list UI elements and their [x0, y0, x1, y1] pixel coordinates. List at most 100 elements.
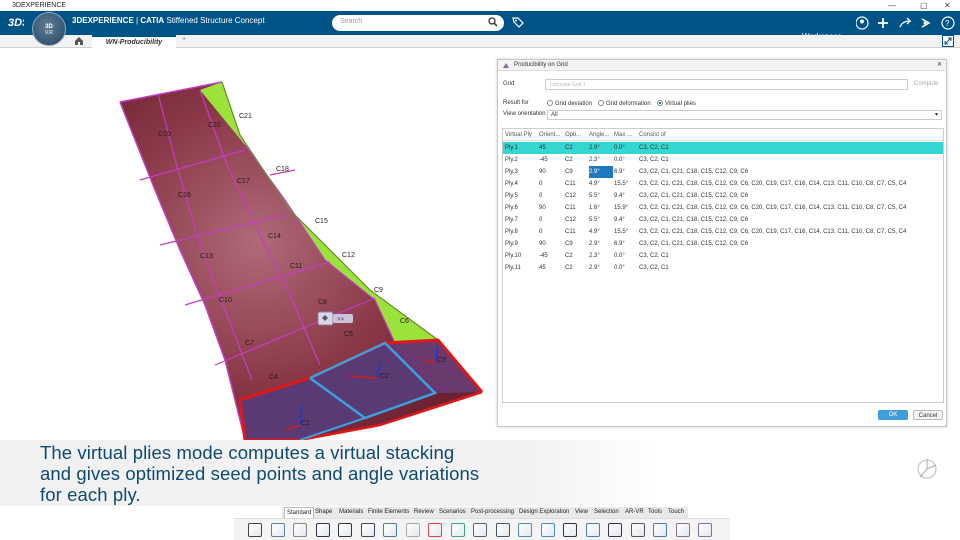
table-cell: 90 — [539, 205, 546, 212]
toolbar-tab-touch[interactable]: Touch — [666, 507, 686, 518]
cut-icon[interactable] — [248, 523, 262, 537]
toolbar-tab-ar-vr[interactable]: AR-VR — [623, 507, 646, 518]
table-cell: Ply.2 — [505, 157, 518, 164]
viewport-3d[interactable]: C19 C20 C21 C16 C17 C18 C13 C14 C15 C11 C12 C10 C9 C8… — [0, 48, 500, 440]
toolbar-tab-materials[interactable]: Materials — [337, 507, 365, 518]
dialog-close-icon[interactable]: ✕ — [937, 60, 942, 71]
toolbar-tab-finite-elements[interactable]: Finite Elements — [366, 507, 411, 518]
user-icon[interactable] — [856, 16, 869, 30]
close-icon[interactable]: ✕ — [944, 0, 951, 11]
find-icon[interactable] — [338, 523, 352, 537]
table-cell: 5.5° — [589, 217, 600, 224]
toolbar-tab-standard[interactable]: Standard — [284, 507, 315, 518]
chart-icon[interactable] — [608, 523, 622, 537]
table-cell: C3, C2, C1, C21, C18, C15, C12, C9, C6 — [639, 241, 749, 248]
sync-icon[interactable] — [518, 523, 532, 537]
column-header[interactable]: Angle... — [589, 129, 613, 141]
view-orientation-select[interactable]: All ▾ — [547, 110, 942, 120]
cancel-button[interactable]: Cancel — [913, 410, 943, 420]
radio-grid-deformation[interactable]: Grid deformation — [598, 100, 651, 107]
table-row[interactable]: Ply.2 -45 C2 2.3° 0.0° C3, C2, C1 — [503, 154, 943, 166]
tag-icon[interactable] — [512, 16, 524, 28]
orientation-triad-icon[interactable] — [912, 455, 942, 485]
column-header[interactable]: Virtual Ply — [505, 129, 538, 141]
table-cell: Ply.11 — [505, 265, 521, 272]
tools-icon[interactable] — [405, 523, 420, 537]
formula-icon[interactable] — [495, 523, 510, 537]
toolbar-tab-design-exploration[interactable]: Design Exploration — [517, 507, 571, 518]
column-header[interactable]: Opti... — [565, 129, 588, 141]
producibility-icon[interactable] — [698, 523, 712, 537]
virtual-plies-table[interactable]: Virtual Ply Orient... Opti... Angle... Max .… — [502, 128, 944, 403]
radio-label: Virtual plies — [665, 101, 696, 107]
compute-button[interactable]: Compute — [914, 81, 938, 87]
layers-icon[interactable] — [585, 523, 600, 537]
table-row[interactable]: Ply.9 90 C9 2.9° 6.9° C3, C2, C1, C21, C18, C… — [503, 238, 943, 250]
copy-icon[interactable] — [270, 523, 285, 537]
toolbar-tab-tools[interactable]: Tools — [646, 507, 664, 518]
home-icon[interactable] — [74, 36, 84, 46]
table-row[interactable]: Ply.6 90 C11 1.6° 15.9° C3, C2, C1, C21, C18,… — [503, 202, 943, 214]
grid-field[interactable]: Laminate Grid 1 — [545, 79, 908, 90]
add-icon[interactable] — [878, 18, 888, 28]
compass-widget[interactable]: 3D V.R — [32, 12, 66, 46]
help-icon[interactable]: ? — [941, 16, 955, 30]
product-name: CATIA — [140, 16, 165, 25]
build-icon[interactable] — [630, 523, 645, 537]
table-row[interactable]: Ply.5 0 C12 5.5° 9.4° C3, C2, C1, C21, C18, C… — [503, 190, 943, 202]
toolbar-tab-selection[interactable]: Selection — [592, 507, 621, 518]
table-row[interactable]: Ply.3 90 C9 2.9° 6.9° C3, C2, C1, C21, C18, C… — [503, 166, 943, 179]
maximize-icon[interactable]: ▢ — [920, 0, 928, 11]
column-header[interactable]: Max ... — [614, 129, 638, 141]
search-icon[interactable] — [488, 17, 498, 27]
table-row[interactable]: Ply.10 -45 C2 2.3° 0.0° C3, C2, C1 — [503, 250, 943, 262]
cube-icon[interactable] — [450, 523, 465, 537]
book-icon[interactable] — [360, 523, 375, 537]
toolbar-tab-view[interactable]: View — [573, 507, 590, 518]
caption-line: The virtual plies mode computes a virtua… — [40, 442, 455, 463]
document-name: Stiffened Structure Concept — [166, 16, 265, 25]
table-icon[interactable] — [473, 523, 487, 537]
app-window: 3DEXPERIENCE — ▢ ✕ 3DS 3DEXPERIENCE | CA… — [0, 0, 960, 540]
table-row[interactable]: Ply.4 0 C11 4.9° 15.5° C3, C2, C1, C21, C18, … — [503, 178, 943, 190]
table-cell: C3, C2, C1 — [639, 157, 669, 164]
undo-icon[interactable] — [315, 523, 330, 537]
ply-icon[interactable] — [675, 523, 690, 537]
toolbar-tab-post-processing[interactable]: Post-processing — [469, 507, 516, 518]
table-row[interactable]: Ply.11 45 C2 2.9° 0.0° C3, C2, C1 — [503, 262, 943, 274]
swap-icon[interactable] — [540, 523, 555, 537]
ok-button[interactable]: OK — [878, 410, 908, 420]
search-input[interactable]: Search — [332, 15, 504, 31]
paste-icon[interactable] — [293, 523, 307, 537]
table-row[interactable]: Ply.8 0 C11 4.9° 15.5° C3, C2, C1, C21, C18, … — [503, 226, 943, 238]
table-cell: 15.9° — [614, 205, 629, 212]
palette-icon[interactable] — [428, 523, 442, 537]
fabric-icon[interactable] — [653, 523, 667, 537]
table-cell: Ply.8 — [505, 229, 518, 236]
column-header[interactable]: Consist of — [639, 129, 943, 141]
minimize-icon[interactable]: — — [888, 0, 896, 11]
radio-grid-deviation[interactable]: Grid deviation — [547, 100, 592, 107]
layer-icon[interactable] — [563, 523, 577, 537]
select-icon[interactable] — [383, 523, 397, 537]
toolbar-tab-shape[interactable]: Shape — [313, 507, 334, 518]
share-icon[interactable] — [899, 17, 912, 28]
toolbar-tab-review[interactable]: Review — [412, 507, 436, 518]
table-cell: 0 — [539, 217, 543, 224]
cell-label: C17 — [237, 178, 250, 185]
toolbar-tab-scenarios[interactable]: Scenarios — [437, 507, 468, 518]
tab-wn-producibility[interactable]: WN-Producibility — [92, 35, 176, 48]
radio-label: Grid deviation — [555, 101, 593, 107]
expand-icon[interactable] — [942, 35, 954, 47]
column-header[interactable]: Orient... — [539, 129, 564, 141]
table-row[interactable]: Ply.7 0 C12 5.5° 9.4° C3, C2, C1, C21, C18, C… — [503, 214, 943, 226]
apps-icon[interactable] — [921, 18, 931, 28]
action-bar-tabs: Standard Shape Materials Finite Elements Rev… — [282, 507, 688, 518]
radio-virtual-plies[interactable]: Virtual plies — [657, 100, 696, 107]
table-cell: 90 — [539, 241, 546, 248]
table-cell: 9.4° — [614, 193, 625, 200]
add-tab-button[interactable]: + — [182, 36, 186, 43]
ds-logo-icon[interactable]: 3DS — [8, 14, 24, 30]
table-cell: Ply.9 — [505, 241, 518, 248]
table-row[interactable]: Ply.1 45 C2 2.9° 0.0° C3, C2, C1 — [503, 142, 943, 155]
